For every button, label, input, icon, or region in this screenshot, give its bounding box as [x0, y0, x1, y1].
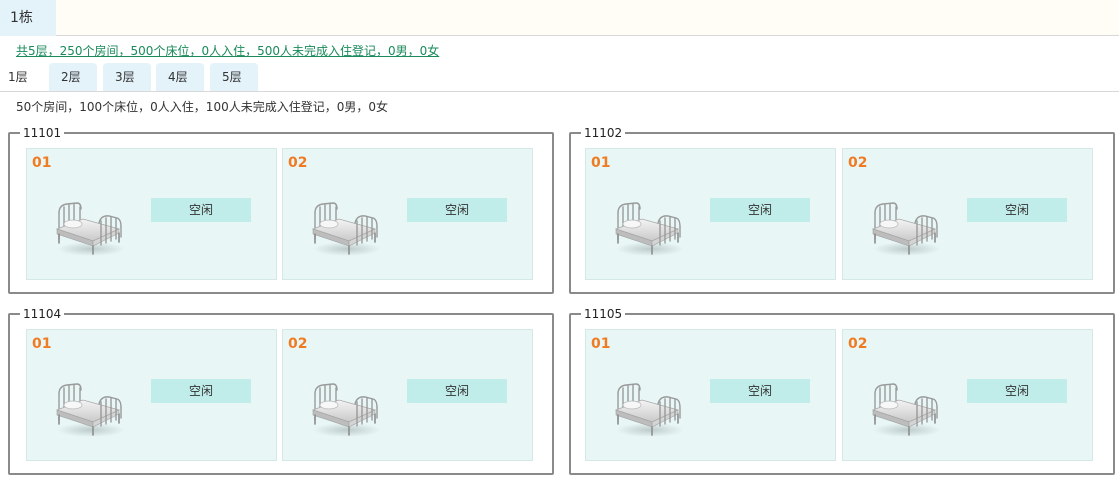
bed-card[interactable]: 02 空闲	[842, 148, 1093, 280]
bed-number: 02	[288, 336, 308, 352]
room-number: 11101	[20, 126, 65, 140]
bed-status-button[interactable]: 空闲	[967, 379, 1067, 403]
hospital-bed-icon	[612, 380, 684, 440]
floor-tabs: 1层 2层 3层 4层 5层	[0, 63, 1119, 92]
building-tab[interactable]: 1栋	[0, 0, 56, 36]
room-card: 11102 01 空闲 02 空闲	[569, 126, 1115, 294]
bed-card[interactable]: 02 空闲	[282, 329, 533, 461]
bed-card[interactable]: 01 空闲	[26, 329, 277, 461]
hospital-bed-icon	[53, 199, 125, 259]
bed-status-button[interactable]: 空闲	[407, 379, 507, 403]
tab-floor-4[interactable]: 4层	[156, 63, 204, 91]
room-number: 11105	[581, 307, 626, 321]
hospital-bed-icon	[309, 380, 381, 440]
room-number: 11104	[20, 307, 65, 321]
bed-number: 02	[288, 155, 308, 171]
bed-card[interactable]: 01 空闲	[585, 329, 836, 461]
bed-status-button[interactable]: 空闲	[710, 379, 810, 403]
bed-card[interactable]: 02 空闲	[842, 329, 1093, 461]
bed-card[interactable]: 01 空闲	[585, 148, 836, 280]
hospital-bed-icon	[869, 199, 941, 259]
tab-floor-2[interactable]: 2层	[49, 63, 97, 91]
room-card: 11101 01 空闲 02 空闲	[8, 126, 554, 294]
bed-status-button[interactable]: 空闲	[407, 198, 507, 222]
building-summary-link[interactable]: 共5层，250个房间，500个床位，0人入住，500人未完成入住登记，0男，0女	[16, 42, 439, 59]
hospital-bed-icon	[309, 199, 381, 259]
room-number: 11102	[581, 126, 626, 140]
bed-number: 01	[591, 155, 611, 171]
bed-card[interactable]: 02 空闲	[282, 148, 533, 280]
building-bar: 1栋	[0, 0, 1119, 36]
bed-status-button[interactable]: 空闲	[710, 198, 810, 222]
hospital-bed-icon	[869, 380, 941, 440]
tab-floor-1[interactable]: 1层	[0, 63, 48, 91]
bed-status-button[interactable]: 空闲	[151, 198, 251, 222]
hospital-bed-icon	[612, 199, 684, 259]
bed-number: 02	[848, 336, 868, 352]
bed-number: 01	[32, 336, 52, 352]
bed-status-button[interactable]: 空闲	[967, 198, 1067, 222]
room-card: 11104 01 空闲 02 空闲	[8, 307, 554, 475]
tab-floor-5[interactable]: 5层	[210, 63, 258, 91]
room-card: 11105 01 空闲 02 空闲	[569, 307, 1115, 475]
bed-number: 01	[32, 155, 52, 171]
hospital-bed-icon	[53, 380, 125, 440]
floor-stats: 50个房间，100个床位，0人入住，100人未完成入住登记，0男，0女	[16, 100, 388, 114]
tab-floor-3[interactable]: 3层	[103, 63, 151, 91]
bed-card[interactable]: 01 空闲	[26, 148, 277, 280]
bed-number: 02	[848, 155, 868, 171]
bed-number: 01	[591, 336, 611, 352]
bed-status-button[interactable]: 空闲	[151, 379, 251, 403]
